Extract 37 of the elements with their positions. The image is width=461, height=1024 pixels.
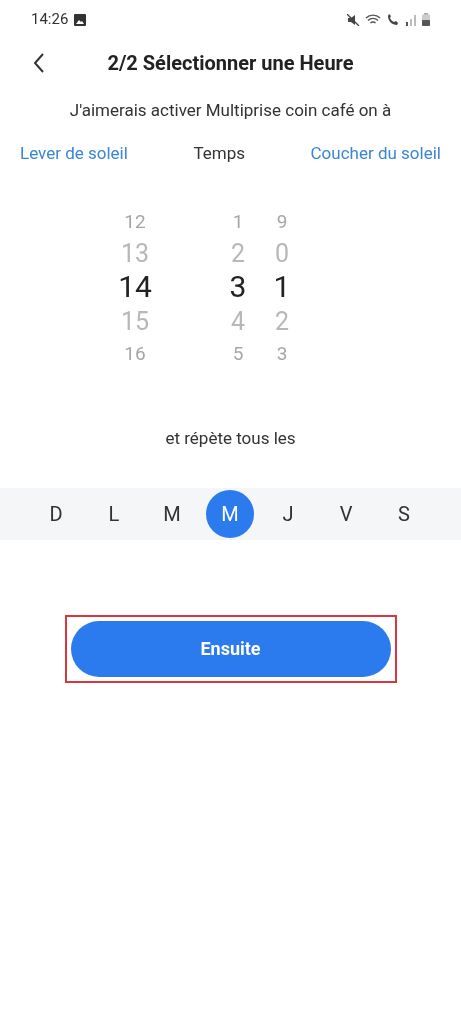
page-title: 2/2 Sélectionner une Heure xyxy=(107,50,354,77)
day-toggle[interactable]: M xyxy=(148,489,196,538)
picker-value[interactable]: 4 xyxy=(230,304,246,338)
back-icon xyxy=(33,53,45,73)
day-toggle[interactable]: J xyxy=(264,489,312,538)
picker-value[interactable]: 1 xyxy=(232,206,244,236)
day-toggle[interactable]: D xyxy=(32,489,80,538)
status-time: 14:26 xyxy=(31,9,69,31)
day-toggle[interactable]: M xyxy=(206,489,254,538)
picker-value[interactable]: 15 xyxy=(120,304,150,338)
picker-value[interactable]: 16 xyxy=(124,338,146,368)
picker-value[interactable]: 5 xyxy=(232,338,244,368)
picker-value[interactable]: 9 xyxy=(276,206,288,236)
day-toggle[interactable]: L xyxy=(90,489,138,538)
mode-tab[interactable]: Temps xyxy=(193,140,245,166)
repeat-label: et répète tous les xyxy=(165,427,296,450)
picker-value[interactable]: 2 xyxy=(230,236,246,270)
image-icon xyxy=(74,13,87,26)
picker-value[interactable]: 1 xyxy=(273,270,291,304)
picker-value[interactable]: 3 xyxy=(276,338,288,368)
mode-tab[interactable]: Lever de soleil xyxy=(20,140,128,166)
call-icon xyxy=(386,13,400,26)
mute-icon xyxy=(347,13,360,26)
battery-icon xyxy=(422,13,430,26)
picker-value[interactable]: 13 xyxy=(120,236,150,270)
picker-value[interactable]: 0 xyxy=(274,236,290,270)
day-toggle[interactable]: S xyxy=(380,489,428,538)
picker-value[interactable]: 2 xyxy=(274,304,290,338)
prompt-text: J'aimerais activer Multiprise coin café on à xyxy=(69,99,392,122)
picker-value[interactable]: 14 xyxy=(118,270,152,304)
wifi-icon xyxy=(365,13,381,26)
picker-value[interactable]: 3 xyxy=(229,270,247,304)
picker-value[interactable]: 12 xyxy=(124,206,146,236)
mode-tab[interactable]: Coucher du soleil xyxy=(310,140,441,166)
day-toggle[interactable]: V xyxy=(322,489,370,538)
next-button[interactable]: Ensuite xyxy=(70,620,391,677)
signal-icon xyxy=(405,13,417,26)
